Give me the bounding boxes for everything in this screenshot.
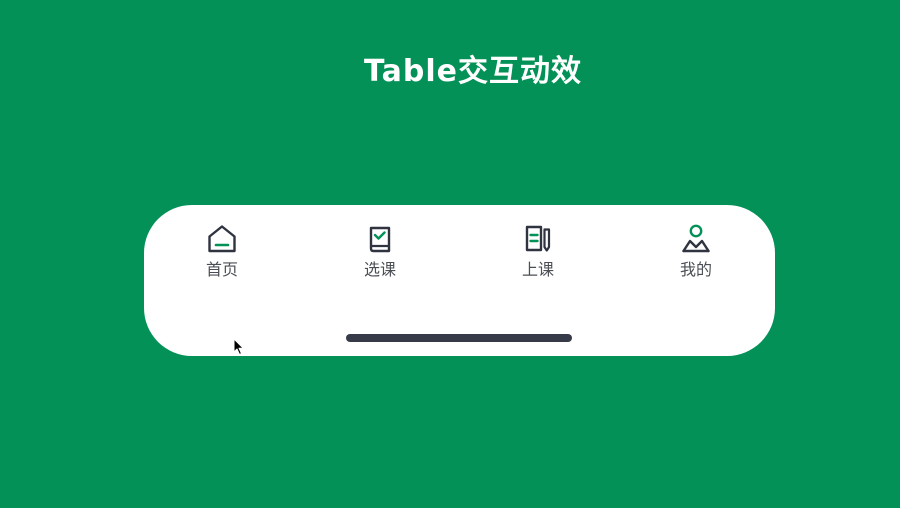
home-indicator[interactable] [346,334,572,342]
user-profile-icon [680,223,712,255]
mouse-pointer-icon [233,338,244,355]
tab-home[interactable]: 首页 [172,223,272,293]
home-icon [206,223,238,255]
bottom-tab-bar: 首页 选课 上课 我的 [144,205,775,356]
tab-select-course[interactable]: 选课 [330,223,430,293]
tab-attend-class[interactable]: 上课 [488,223,588,293]
book-check-icon [364,223,396,255]
tab-profile[interactable]: 我的 [646,223,746,293]
tab-label-profile: 我的 [679,260,712,279]
tab-label-select-course: 选课 [363,260,396,279]
tab-label-home: 首页 [205,260,238,279]
page-title: Table交互动效 [364,54,582,89]
notebook-pen-icon [522,223,554,255]
tab-label-attend-class: 上课 [521,260,554,279]
